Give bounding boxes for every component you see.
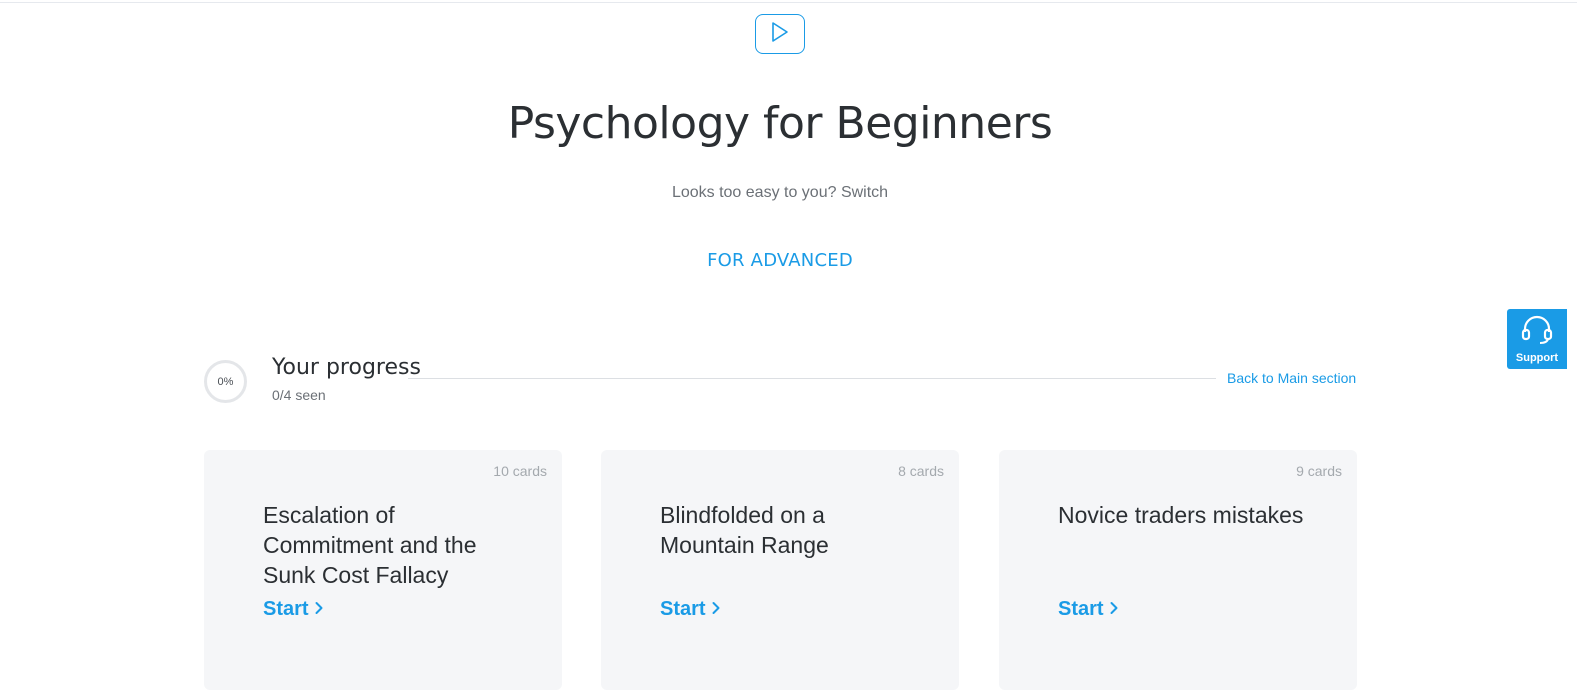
progress-seen-count: 0/4 seen xyxy=(272,387,326,403)
card-count: 9 cards xyxy=(1296,463,1342,479)
start-label: Start xyxy=(1058,598,1104,620)
card-count: 8 cards xyxy=(898,463,944,479)
card-title: Novice traders mistakes xyxy=(1058,502,1304,528)
back-to-main-link[interactable]: Back to Main section xyxy=(1227,370,1356,386)
card-title: Escalation of Commitment and the Sunk Co… xyxy=(263,502,477,588)
play-icon xyxy=(770,21,790,48)
top-divider xyxy=(0,0,1577,3)
progress-ring: 0% xyxy=(204,360,247,403)
start-label: Start xyxy=(263,598,309,620)
lesson-card[interactable]: 8 cards Blindfolded on a Mountain Range … xyxy=(601,450,959,690)
start-label: Start xyxy=(660,598,706,620)
start-button[interactable]: Start xyxy=(660,598,720,621)
page-title: Psychology for Beginners xyxy=(507,98,1053,149)
switch-level-text: Looks too easy to you? Switch xyxy=(671,184,889,201)
card-count: 10 cards xyxy=(493,463,547,479)
progress-title: Your progress xyxy=(272,355,421,380)
lesson-card[interactable]: 10 cards Escalation of Commitment and th… xyxy=(204,450,562,690)
start-button[interactable]: Start xyxy=(263,598,323,621)
start-button[interactable]: Start xyxy=(1058,598,1118,621)
progress-divider xyxy=(408,378,1216,379)
chevron-right-icon xyxy=(315,598,323,621)
headset-icon xyxy=(1520,315,1554,350)
lesson-card[interactable]: 9 cards Novice traders mistakes Start xyxy=(999,450,1357,690)
chevron-right-icon xyxy=(712,598,720,621)
chevron-right-icon xyxy=(1110,598,1118,621)
support-button[interactable]: Support xyxy=(1507,309,1567,369)
support-label: Support xyxy=(1515,351,1559,364)
card-title: Blindfolded on a Mountain Range xyxy=(660,502,829,558)
play-video-button[interactable] xyxy=(755,14,805,54)
for-advanced-link[interactable]: FOR ADVANCED xyxy=(0,250,1560,271)
progress-percent: 0% xyxy=(217,375,234,388)
